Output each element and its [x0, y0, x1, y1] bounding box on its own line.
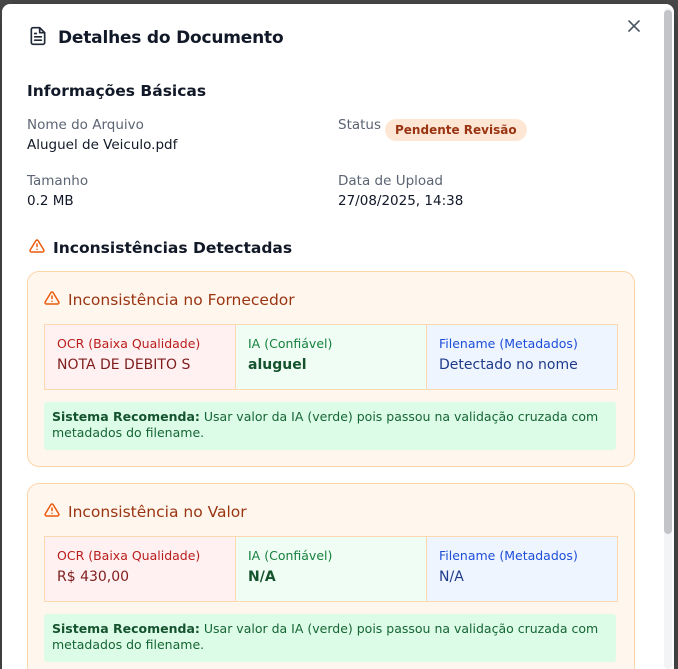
- inconsistencies-title: Inconsistências Detectadas: [29, 238, 292, 258]
- ia-cell: IA (Confiável) N/A: [235, 537, 426, 601]
- ia-label: IA (Confiável): [248, 548, 333, 563]
- ocr-value: R$ 430,00: [57, 569, 130, 585]
- close-icon[interactable]: [627, 18, 641, 37]
- inconsistency-title-text: Inconsistência no Fornecedor: [68, 291, 295, 309]
- recommendation-label: Sistema Recomenda:: [52, 409, 200, 424]
- basic-info-title: Informações Básicas: [27, 82, 207, 100]
- filename-metadata-label: Filename (Metadados): [439, 548, 578, 563]
- ocr-cell: OCR (Baixa Qualidade) R$ 430,00: [45, 537, 235, 601]
- comparison-grid: OCR (Baixa Qualidade) R$ 430,00 IA (Conf…: [44, 536, 618, 602]
- system-recommendation: Sistema Recomenda: Usar valor da IA (ver…: [44, 402, 616, 450]
- warning-triangle-icon: [29, 238, 45, 258]
- size-value: 0.2 MB: [27, 193, 74, 209]
- ocr-value: NOTA DE DEBITO S: [57, 357, 191, 373]
- inconsistency-card-title: Inconsistência no Valor: [44, 502, 247, 522]
- inconsistency-card-supplier: Inconsistência no Fornecedor OCR (Baixa …: [27, 271, 635, 467]
- ia-cell: IA (Confiável) aluguel: [235, 325, 426, 389]
- ocr-cell: OCR (Baixa Qualidade) NOTA DE DEBITO S: [45, 325, 235, 389]
- filename-metadata-cell: Filename (Metadados) N/A: [426, 537, 617, 601]
- upload-date-value: 27/08/2025, 14:38: [338, 193, 464, 209]
- upload-date-label: Data de Upload: [338, 173, 443, 189]
- ocr-label: OCR (Baixa Qualidade): [57, 548, 201, 563]
- filename-metadata-value: N/A: [439, 569, 464, 585]
- inconsistency-card-title: Inconsistência no Fornecedor: [44, 290, 295, 310]
- scrollbar-thumb[interactable]: [664, 10, 672, 534]
- filename-metadata-label: Filename (Metadados): [439, 336, 578, 351]
- filename-metadata-value: Detectado no nome: [439, 357, 578, 373]
- warning-triangle-icon: [44, 502, 60, 522]
- document-details-modal: Detalhes do Documento Informações Básica…: [2, 4, 674, 669]
- filename-metadata-cell: Filename (Metadados) Detectado no nome: [426, 325, 617, 389]
- comparison-grid: OCR (Baixa Qualidade) NOTA DE DEBITO S I…: [44, 324, 618, 390]
- modal-title: Detalhes do Documento: [58, 28, 284, 48]
- modal-content: Detalhes do Documento Informações Básica…: [2, 4, 660, 669]
- ia-value: aluguel: [248, 357, 307, 373]
- system-recommendation: Sistema Recomenda: Usar valor da IA (ver…: [44, 614, 616, 662]
- inconsistencies-title-text: Inconsistências Detectadas: [53, 239, 293, 257]
- filename-value: Aluguel de Veiculo.pdf: [27, 137, 178, 153]
- filename-label: Nome do Arquivo: [27, 117, 144, 133]
- modal-header: Detalhes do Documento: [28, 26, 284, 50]
- ia-value: N/A: [248, 569, 276, 585]
- file-text-icon: [28, 26, 48, 50]
- size-label: Tamanho: [27, 173, 89, 189]
- close-button[interactable]: [624, 17, 644, 37]
- ia-label: IA (Confiável): [248, 336, 333, 351]
- warning-triangle-icon: [44, 290, 60, 310]
- inconsistency-card-value: Inconsistência no Valor OCR (Baixa Quali…: [27, 483, 635, 669]
- status-label: Status: [338, 117, 382, 133]
- inconsistency-title-text: Inconsistência no Valor: [68, 503, 247, 521]
- status-badge: Pendente Revisão: [385, 119, 527, 141]
- ocr-label: OCR (Baixa Qualidade): [57, 336, 201, 351]
- recommendation-label: Sistema Recomenda:: [52, 621, 200, 636]
